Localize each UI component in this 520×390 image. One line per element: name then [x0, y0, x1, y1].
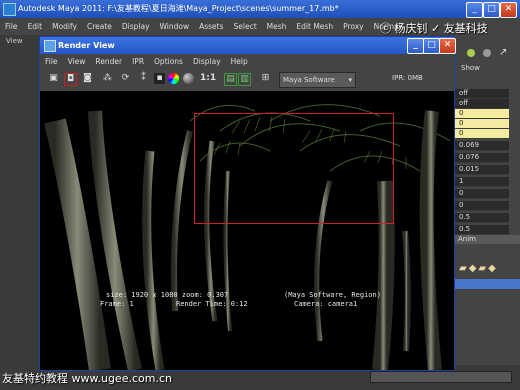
menu-file[interactable]: File: [0, 18, 23, 35]
menu-edit-mesh[interactable]: Edit Mesh: [291, 18, 338, 35]
layer-icons[interactable]: ▰◆▰◆: [459, 263, 519, 275]
minimize-icon[interactable]: _: [407, 38, 424, 54]
maya-window-title: Autodesk Maya 2011: F:\友基教程\夏日海滩\Maya_Pr…: [18, 4, 339, 13]
render-frame: Frame: 1: [100, 300, 134, 308]
render-settings-icon[interactable]: ⊞: [260, 73, 271, 84]
rv-menu-display[interactable]: Display: [188, 54, 226, 69]
ipr-memory-label: IPR: 0MB: [392, 74, 423, 82]
channel-value[interactable]: 0: [455, 119, 509, 129]
channel-value[interactable]: 0.076: [455, 153, 509, 163]
channel-value[interactable]: off: [455, 89, 509, 99]
channel-value[interactable]: 1: [455, 177, 509, 187]
rv-menu-options[interactable]: Options: [149, 54, 188, 69]
rv-menu-render[interactable]: Render: [90, 54, 127, 69]
anim-tab[interactable]: Anim: [455, 235, 520, 244]
render-region-box[interactable]: [194, 113, 394, 224]
menu-select[interactable]: Select: [229, 18, 262, 35]
renderer-select-value: Maya Software: [283, 76, 335, 84]
maya-maximize-icon[interactable]: □: [483, 2, 500, 18]
maya-minimize-icon[interactable]: _: [466, 2, 483, 18]
maximize-icon[interactable]: □: [423, 38, 440, 54]
render-view-title: Render View: [58, 41, 115, 50]
channel-rgb-icon[interactable]: ▪: [154, 73, 165, 84]
maya-close-icon[interactable]: ✕: [500, 2, 517, 18]
render-time: Render Time: 0:12: [176, 300, 248, 308]
render-view-window: Render View _ □ ✕ File View Render IPR Optio…: [39, 36, 456, 371]
channel-value[interactable]: 0: [455, 109, 509, 119]
channel-value[interactable]: off: [455, 99, 509, 109]
render-image[interactable]: [40, 91, 454, 370]
sphere-icon[interactable]: [183, 73, 194, 84]
show-label[interactable]: Show: [461, 64, 480, 72]
region-render-icon[interactable]: ◘: [64, 73, 77, 86]
film-clapper-icon[interactable]: ▣: [48, 73, 59, 84]
snapshot-icon[interactable]: ◙: [82, 73, 93, 84]
menu-assets[interactable]: Assets: [194, 18, 228, 35]
viewport-left-strip: View: [0, 35, 40, 365]
render-view-toolbar: ▣ ◘ ◙ ⁂ ⟳ ⁑ ▪ 1:1 ▤ ▥ ⊞ Maya Software ▾ …: [40, 69, 454, 91]
settings-icon[interactable]: [483, 49, 491, 57]
render-engine: (Maya Software, Region): [284, 291, 381, 299]
rv-menu-file[interactable]: File: [40, 54, 63, 69]
render-camera: Camera: camera1: [294, 300, 358, 308]
menu-window[interactable]: Window: [155, 18, 195, 35]
maya-title-bar: Autodesk Maya 2011: F:\友基教程\夏日海滩\Maya_Pr…: [0, 0, 520, 18]
arrow-icon[interactable]: ↗: [499, 47, 507, 58]
render-view-logo-icon: [44, 40, 56, 52]
watermark-top: ⓒ 杨庆钊 ✓ 友基科技: [380, 22, 488, 35]
channel-value[interactable]: 0.069: [455, 141, 509, 151]
time-slider-scrollbar[interactable]: [370, 371, 512, 383]
render-view-menu-bar: File View Render IPR Options Display Help: [40, 54, 454, 69]
rv-menu-help[interactable]: Help: [226, 54, 253, 69]
refresh-icon[interactable]: ⟳: [120, 73, 131, 84]
render-size-zoom: size: 1920 x 1080 zoom: 0.307: [106, 291, 229, 299]
watermark-bottom: 友基特约教程 www.ugee.com.cn: [2, 372, 172, 385]
color-wheel-icon[interactable]: [168, 73, 179, 84]
menu-create[interactable]: Create: [82, 18, 117, 35]
channel-value[interactable]: 0.5: [455, 225, 509, 235]
render-view-title-bar: Render View _ □ ✕: [40, 37, 456, 54]
close-icon[interactable]: ✕: [439, 38, 456, 54]
keep-image-icon[interactable]: ▤: [224, 73, 237, 86]
remove-image-icon[interactable]: ▥: [238, 73, 251, 86]
menu-display[interactable]: Display: [117, 18, 155, 35]
view-menu-label[interactable]: View: [6, 37, 23, 45]
renderer-select[interactable]: Maya Software ▾: [279, 72, 356, 88]
maya-logo-icon: [3, 3, 16, 16]
ipr-region-icon[interactable]: ⁑: [138, 73, 149, 84]
rv-menu-ipr[interactable]: IPR: [127, 54, 149, 69]
chevron-down-icon: ▾: [348, 76, 352, 84]
channel-value[interactable]: 0: [455, 189, 509, 199]
help-icon[interactable]: [467, 49, 475, 57]
ipr-render-icon[interactable]: ⁂: [102, 73, 113, 84]
channel-box: ↗ Show off off 0 0 0 0.069 0.076 0.015 1…: [455, 35, 520, 365]
menu-edit[interactable]: Edit: [23, 18, 48, 35]
ratio-label[interactable]: 1:1: [200, 73, 216, 84]
channel-value[interactable]: 0: [455, 129, 509, 139]
channel-value[interactable]: 0.015: [455, 165, 509, 175]
rv-menu-view[interactable]: View: [63, 54, 91, 69]
layer-selected-row[interactable]: [455, 279, 520, 289]
menu-modify[interactable]: Modify: [47, 18, 82, 35]
channel-value[interactable]: 0.5: [455, 213, 509, 223]
menu-proxy[interactable]: Proxy: [338, 18, 369, 35]
channel-value[interactable]: 0: [455, 201, 509, 211]
menu-mesh[interactable]: Mesh: [262, 18, 292, 35]
